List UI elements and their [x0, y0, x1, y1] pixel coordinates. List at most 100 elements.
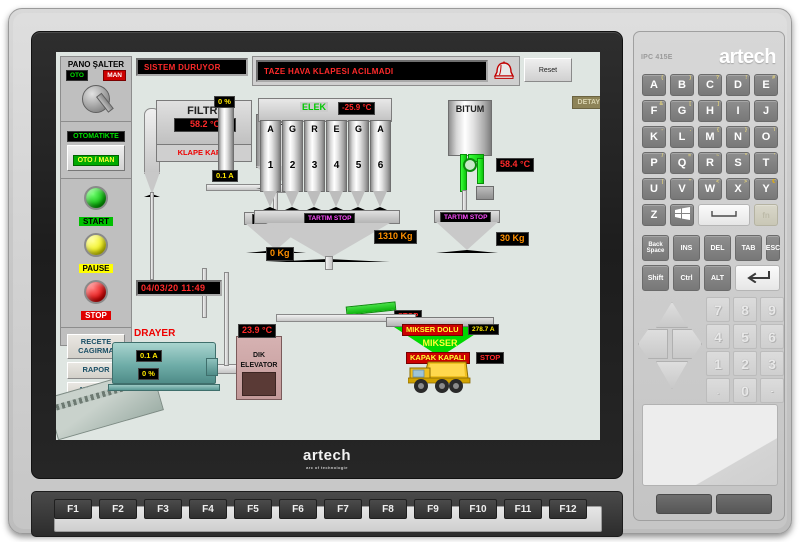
key-r[interactable]: ~R — [698, 152, 722, 174]
pause-lamp[interactable] — [84, 233, 108, 257]
key-y[interactable]: €Y — [754, 178, 778, 200]
numpad-key-0[interactable]: 0 — [733, 378, 757, 403]
key-j[interactable]: J — [754, 100, 778, 122]
key-x[interactable]: >X — [726, 178, 750, 200]
shift-key[interactable]: Shift — [642, 265, 669, 291]
function-key-f11[interactable]: F11 — [504, 499, 542, 519]
key-h[interactable]: ]H — [698, 100, 722, 122]
function-key-f3[interactable]: F3 — [144, 499, 182, 519]
silo-cone-4 — [329, 191, 343, 210]
numpad-key-5[interactable]: 5 — [733, 324, 757, 349]
key-u[interactable]: |U — [642, 178, 666, 200]
key-g[interactable]: [G — [670, 100, 694, 122]
key-t[interactable]: 'T — [754, 152, 778, 174]
key-e-sup: # — [772, 75, 775, 81]
oto-man-button[interactable]: OTO / MAN — [67, 145, 125, 171]
tab-key[interactable]: TAB — [735, 235, 762, 261]
dryer-drum — [112, 342, 216, 384]
key-w[interactable]: <W — [698, 178, 722, 200]
function-key-f12[interactable]: F12 — [549, 499, 587, 519]
function-key-f1[interactable]: F1 — [54, 499, 92, 519]
key-z[interactable]: Z — [642, 204, 666, 226]
del-key[interactable]: DEL — [704, 235, 731, 261]
detaylar-button[interactable]: DETAYLAR — [572, 96, 600, 109]
key-f[interactable]: &F — [642, 100, 666, 122]
key-e[interactable]: #E — [754, 74, 778, 96]
arrow-up-key[interactable] — [656, 302, 688, 328]
numpad-key-8[interactable]: 8 — [733, 297, 757, 322]
key-b[interactable]: )B — [670, 74, 694, 96]
key-u-sup: | — [662, 179, 663, 185]
arrow-right-key[interactable] — [672, 329, 702, 359]
esc-key[interactable]: ESC — [766, 235, 780, 261]
function-key-f6[interactable]: F6 — [279, 499, 317, 519]
arrow-left-key[interactable] — [638, 329, 668, 359]
key-v-label: V — [678, 183, 685, 195]
key-p-sup: / — [662, 153, 663, 159]
start-lamp[interactable] — [84, 186, 108, 210]
key-q[interactable]: =Q — [670, 152, 694, 174]
mouse-right-button[interactable] — [716, 494, 772, 514]
space-key[interactable] — [698, 204, 750, 226]
alt-key[interactable]: ALT — [704, 265, 731, 291]
backspace-key[interactable]: Back Space — [642, 235, 669, 261]
mixer-current: 278.7 A — [468, 324, 499, 335]
key-c[interactable]: ?C — [698, 74, 722, 96]
rotary-selector-switch[interactable] — [63, 83, 129, 117]
key-o[interactable]: \O — [754, 126, 778, 148]
key-s-sup: * — [745, 153, 747, 159]
windows-icon — [675, 207, 690, 223]
ctrl-key[interactable]: Ctrl — [673, 265, 700, 291]
key-o-sup: \ — [774, 127, 775, 133]
touchpad[interactable] — [642, 404, 778, 486]
numpad-key-6[interactable]: 6 — [760, 324, 784, 349]
key-v[interactable]: "V — [670, 178, 694, 200]
numpad-key-1[interactable]: 1 — [706, 351, 730, 376]
function-key-f5[interactable]: F5 — [234, 499, 272, 519]
key-s[interactable]: *S — [726, 152, 750, 174]
alarm-bell-icon — [492, 60, 516, 82]
key-a-sup: ( — [661, 75, 663, 81]
numpad-label-2: 2 — [741, 356, 749, 372]
function-key-f7[interactable]: F7 — [324, 499, 362, 519]
enter-key[interactable] — [735, 265, 780, 291]
function-key-f10[interactable]: F10 — [459, 499, 497, 519]
dryer-base — [108, 384, 220, 391]
numpad-key-dot[interactable]: . — [706, 378, 730, 403]
function-key-f4[interactable]: F4 — [189, 499, 227, 519]
fn-key[interactable]: fn — [754, 204, 778, 226]
key-k[interactable]: -K — [642, 126, 666, 148]
numpad-key-3[interactable]: 3 — [760, 351, 784, 376]
system-status-display: SISTEM DURUYOR — [136, 58, 248, 76]
stop-lamp[interactable] — [84, 280, 108, 304]
key-m[interactable]: {M — [698, 126, 722, 148]
key-d[interactable]: !D — [726, 74, 750, 96]
key-a[interactable]: (A — [642, 74, 666, 96]
key-t-sup: ' — [774, 153, 775, 159]
numpad-key-4[interactable]: 4 — [706, 324, 730, 349]
function-key-f2[interactable]: F2 — [99, 499, 137, 519]
bitum-weight: 30 Kg — [496, 232, 529, 246]
bitum-temperature: 58.4 °C — [496, 158, 534, 172]
reset-button[interactable]: Reset — [524, 58, 572, 82]
arrow-down-key[interactable] — [656, 361, 688, 389]
key-m-label: M — [705, 131, 714, 143]
ins-key[interactable]: INS — [673, 235, 700, 261]
silo-cone-1 — [263, 191, 277, 210]
numpad-key-2[interactable]: 2 — [733, 351, 757, 376]
key-l[interactable]: .L — [670, 126, 694, 148]
monitor-brand-logo: artech arc of technologie — [32, 447, 622, 470]
windows-key[interactable] — [670, 204, 694, 226]
numpad-key-7[interactable]: 7 — [706, 297, 730, 322]
function-key-f9[interactable]: F9 — [414, 499, 452, 519]
elek-weight: 1310 Kg — [374, 230, 417, 244]
function-key-f8[interactable]: F8 — [369, 499, 407, 519]
numpad-key-9[interactable]: 9 — [760, 297, 784, 322]
key-p[interactable]: /P — [642, 152, 666, 174]
key-n[interactable]: }N — [726, 126, 750, 148]
mouse-left-button[interactable] — [656, 494, 712, 514]
bitum-title: BITUM — [448, 104, 492, 114]
keyboard-panel: IPC 415E artech (A )B ?C !D #E &F [G ]H … — [633, 31, 785, 521]
key-i[interactable]: I — [726, 100, 750, 122]
numpad-key-minus[interactable]: - — [760, 378, 784, 403]
